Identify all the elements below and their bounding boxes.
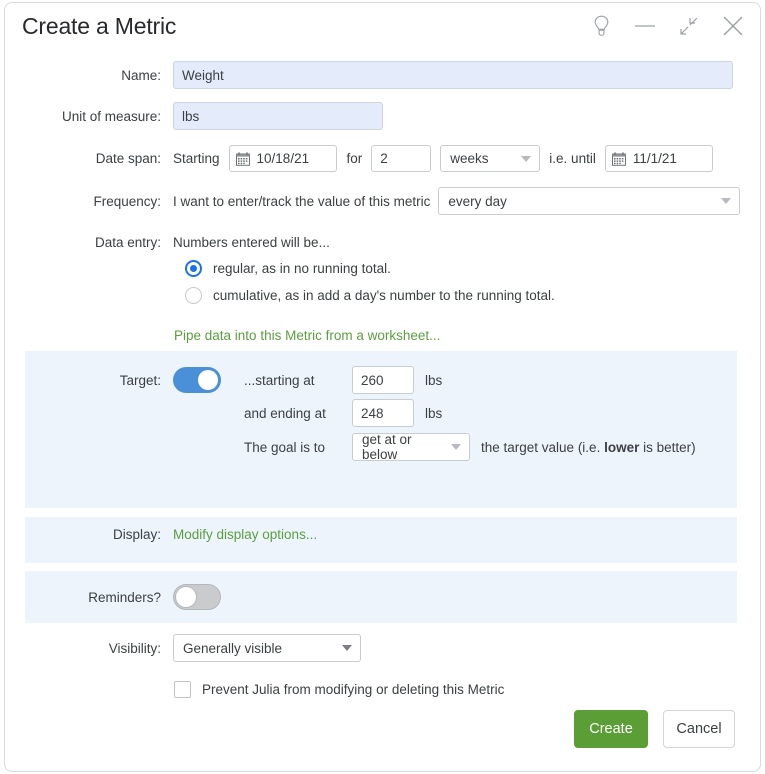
data-entry-label: Data entry: <box>94 235 161 250</box>
window-controls <box>586 11 748 41</box>
end-date-input[interactable]: 11/1/21 <box>604 145 713 172</box>
start-date-input[interactable]: 10/18/21 <box>228 145 337 172</box>
duration-unit-value: weeks <box>450 151 489 166</box>
radio-cumulative[interactable] <box>185 287 202 304</box>
data-entry-option-cumulative[interactable]: cumulative, as in add a day's number to … <box>185 287 555 304</box>
target-label: Target: <box>119 372 161 388</box>
dialog-footer: Create Cancel <box>574 710 735 748</box>
chevron-down-icon <box>521 155 532 162</box>
prevent-modify-checkbox[interactable] <box>174 681 191 698</box>
unit-row: Unit of measure: lbs <box>5 102 383 130</box>
cancel-button[interactable]: Cancel <box>663 710 735 748</box>
radio-cumulative-label: cumulative, as in add a day's number to … <box>213 288 555 303</box>
frequency-select[interactable]: every day <box>438 187 741 215</box>
unit-label: Unit of measure: <box>61 108 161 124</box>
target-toggle[interactable] <box>173 367 221 393</box>
visibility-label: Visibility: <box>108 640 161 656</box>
target-toggle-knob <box>198 370 218 390</box>
target-goal-select[interactable]: get at or below <box>352 432 470 462</box>
frequency-prefix: I want to enter/track the value of this … <box>173 193 431 209</box>
data-entry-intro: Numbers entered will be... <box>173 235 330 250</box>
name-input[interactable]: Weight <box>173 61 733 89</box>
duration-input[interactable]: 2 <box>371 145 432 172</box>
target-end-unit: lbs <box>425 405 443 421</box>
chevron-down-icon <box>721 198 732 204</box>
minimize-icon[interactable] <box>630 11 660 41</box>
target-goal-value: get at or below <box>362 432 412 462</box>
hint-lightbulb-icon[interactable] <box>586 11 616 41</box>
target-goal-suffix: the target value (i.e. lower is better) <box>481 440 696 455</box>
calendar-icon <box>235 151 250 166</box>
target-start-unit: lbs <box>425 372 443 388</box>
frequency-value: every day <box>448 193 507 209</box>
prevent-modify-checkbox-row[interactable]: Prevent Julia from modifying or deleting… <box>174 681 504 698</box>
prevent-modify-label: Prevent Julia from modifying or deleting… <box>202 682 505 697</box>
date-span-row: Date span: Starting 10/18/21 for 2 weeks… <box>5 145 713 172</box>
dialog-titlebar: Create a Metric <box>5 3 760 51</box>
target-panel: Target: ...starting at 260 lbs and endin… <box>25 351 737 508</box>
target-end-input[interactable]: 248 <box>352 399 414 427</box>
calendar-icon <box>611 151 626 166</box>
frequency-row: Frequency: I want to enter/track the val… <box>5 187 741 215</box>
visibility-value: Generally visible <box>183 640 283 656</box>
unit-input[interactable]: lbs <box>173 102 383 130</box>
target-goal-label: The goal is to <box>244 439 326 455</box>
radio-regular-label: regular, as in no running total. <box>213 261 391 276</box>
for-word: for <box>346 151 363 166</box>
target-starting-label: ...starting at <box>244 372 315 388</box>
target-ending-row: and ending at 248 lbs <box>5 399 442 427</box>
visibility-select[interactable]: Generally visible <box>173 634 361 662</box>
until-word: i.e. until <box>549 151 596 166</box>
name-label: Name: <box>121 67 161 83</box>
chevron-down-icon <box>342 645 352 651</box>
display-row: Display: Modify display options... <box>5 527 317 542</box>
radio-regular[interactable] <box>185 260 202 277</box>
reminders-toggle-knob <box>176 587 196 607</box>
target-goal-suffix-bold: lower <box>604 439 640 455</box>
data-entry-row: Data entry: Numbers entered will be... <box>5 235 330 250</box>
target-start-input[interactable]: 260 <box>352 366 414 394</box>
target-row: Target: ...starting at 260 lbs <box>5 366 442 394</box>
reminders-row: Reminders? <box>5 584 221 610</box>
create-metric-dialog: Create a Metric Name: Weight Unit of mea… <box>4 2 761 772</box>
date-span-label: Date span: <box>95 151 161 166</box>
starting-word: Starting <box>173 151 220 166</box>
name-row: Name: Weight <box>5 61 733 89</box>
display-panel: Display: Modify display options... <box>25 517 737 563</box>
modify-display-options-link[interactable]: Modify display options... <box>173 527 317 542</box>
duration-unit-select[interactable]: weeks <box>440 145 541 172</box>
reminders-panel: Reminders? <box>25 571 737 623</box>
reminders-label: Reminders? <box>88 589 161 605</box>
data-entry-option-regular[interactable]: regular, as in no running total. <box>185 260 391 277</box>
page-title: Create a Metric <box>22 13 177 39</box>
target-goal-suffix-pre: the target value (i.e. <box>481 439 605 455</box>
target-goal-suffix-post: is better) <box>639 439 696 455</box>
end-date-value: 11/1/21 <box>632 151 677 166</box>
frequency-label: Frequency: <box>93 193 161 209</box>
create-button[interactable]: Create <box>574 710 648 748</box>
chevron-down-icon <box>451 444 461 450</box>
reminders-toggle[interactable] <box>173 584 221 610</box>
visibility-row: Visibility: Generally visible <box>5 634 361 662</box>
display-label: Display: <box>112 527 161 542</box>
collapse-icon[interactable] <box>674 11 704 41</box>
target-goal-row: The goal is to get at or below the targe… <box>5 432 696 462</box>
pipe-data-link[interactable]: Pipe data into this Metric from a worksh… <box>174 328 440 343</box>
target-ending-label: and ending at <box>244 405 326 421</box>
close-icon[interactable] <box>718 11 748 41</box>
start-date-value: 10/18/21 <box>256 151 310 166</box>
